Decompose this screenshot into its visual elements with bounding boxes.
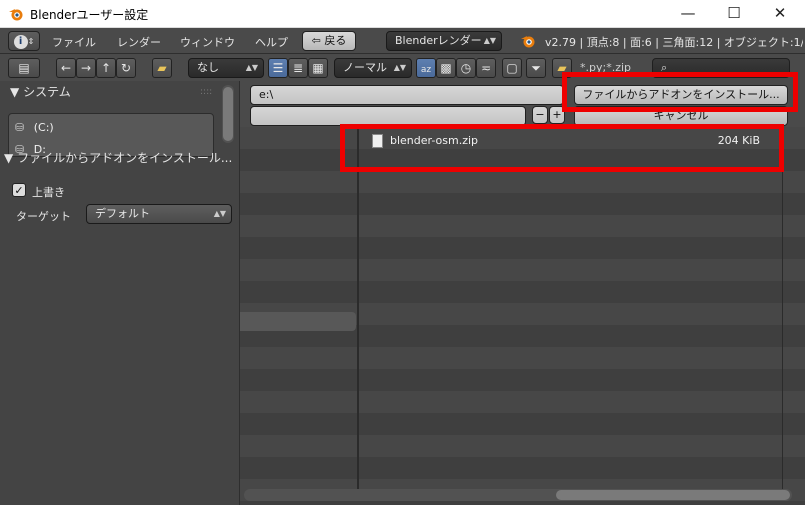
filter-icon: ⏷ (531, 61, 541, 75)
parent-directory-icon: ↑ (100, 61, 112, 75)
system-list-scrollbar[interactable] (222, 85, 234, 143)
sort-size-icon: ≂ (480, 61, 492, 75)
updown-arrows-icon: ▲▼ (245, 63, 258, 72)
operator-panel-title: ファイルからアドオンをインストール... (17, 151, 233, 165)
new-folder-icon: ▰ (157, 61, 167, 75)
collapse-triangle-icon: ▼ (10, 85, 20, 99)
back-arrow-icon: ⇦ (311, 34, 321, 47)
refresh-button[interactable]: ↻ (116, 58, 136, 78)
drive-icon: ⛁ (15, 121, 25, 134)
minus-icon: − (535, 108, 545, 121)
target-select[interactable]: デフォルト ▲▼ (86, 204, 232, 224)
recent-select[interactable]: なし ▲▼ (188, 58, 264, 78)
sort-time-icon: ◷ (460, 61, 472, 75)
display-size-select[interactable]: ノーマル ▲▼ (334, 58, 412, 78)
sort-alpha-button[interactable]: az (416, 58, 436, 78)
maximize-button[interactable]: ☐ (711, 0, 757, 28)
new-folder-button[interactable]: ▰ (152, 58, 172, 78)
sort-size-button[interactable]: ≂ (476, 58, 496, 78)
target-label: ターゲット (16, 210, 71, 223)
column-divider (357, 127, 359, 489)
ghost-icon: ▢ (506, 61, 518, 75)
info-header: i ⇕ ファイル レンダー ウィンドウ ヘルプ ⇦ 戻る Blenderレンダー … (0, 28, 805, 54)
thumbnails-icon: ▦ (312, 61, 324, 75)
refresh-icon: ↻ (120, 61, 132, 75)
minimize-button[interactable]: — (665, 0, 711, 28)
overwrite-label: 上書き (32, 186, 65, 199)
sort-alphabet-icon: az (420, 65, 432, 75)
render-engine-value: Blenderレンダー (395, 34, 482, 47)
scrollbar-thumb[interactable] (223, 87, 233, 141)
arrow-left-icon: ← (60, 61, 72, 75)
updown-arrows-icon: ▲▼ (213, 209, 226, 218)
directory-path-input[interactable]: e:\ (250, 85, 564, 105)
parent-dir-button[interactable]: ↑ (96, 58, 116, 78)
short-list-view-button[interactable]: ☰ (268, 58, 288, 78)
target-select-value: デフォルト (95, 207, 150, 220)
updown-arrows-icon: ▲▼ (483, 36, 496, 45)
file-list[interactable]: blender-osm.zip 204 KiB (240, 127, 805, 505)
file-browser-icon: ▤ (18, 61, 30, 75)
scrollbar-thumb[interactable] (556, 490, 790, 500)
system-panel-title: システム (23, 85, 71, 99)
list-item[interactable]: ⛁ (C:) (15, 121, 54, 134)
scroll-region (240, 312, 356, 331)
filter-toggle-button[interactable]: ⏷ (526, 58, 546, 78)
editor-type-button[interactable]: ▤ (8, 58, 40, 78)
drag-handle-icon: :::: (200, 87, 213, 97)
back-button[interactable]: ⇦ 戻る (302, 31, 356, 51)
checkmark-icon: ✓ (14, 184, 24, 197)
file-list-scrollbar[interactable] (244, 489, 792, 501)
blender-logo-icon (521, 36, 535, 48)
blender-logo-icon (9, 9, 23, 21)
menu-render[interactable]: レンダー (117, 34, 161, 50)
render-engine-select[interactable]: Blenderレンダー ▲▼ (386, 31, 502, 51)
decrement-filename-button[interactable]: − (532, 106, 548, 124)
close-button[interactable]: ✕ (757, 0, 803, 28)
directory-path-value: e:\ (259, 88, 274, 101)
install-button-highlight (562, 72, 798, 112)
menu-help[interactable]: ヘルプ (255, 34, 288, 50)
long-list-view-button[interactable]: ≣ (288, 58, 308, 78)
collapse-triangle-icon: ▼ (4, 151, 14, 165)
sort-ext-button[interactable]: ▩ (436, 58, 456, 78)
menu-file[interactable]: ファイル (52, 34, 96, 50)
long-list-icon: ≣ (292, 61, 304, 75)
editor-type-button[interactable]: i ⇕ (8, 31, 40, 51)
file-row-highlight (340, 124, 784, 172)
forward-arrow-button[interactable]: → (76, 58, 96, 78)
updown-arrows-icon: ▲▼ (393, 63, 406, 72)
updown-arrows-icon: ⇕ (27, 37, 35, 46)
operator-panel-header[interactable]: ▼ ファイルからアドオンをインストール... (0, 148, 240, 168)
plus-icon: + (552, 108, 562, 121)
overwrite-checkbox[interactable]: ✓ (12, 183, 26, 197)
back-label: 戻る (324, 34, 347, 47)
window-title: Blenderユーザー設定 (30, 8, 149, 22)
menu-window[interactable]: ウィンドウ (180, 34, 235, 50)
back-arrow-button[interactable]: ← (56, 58, 76, 78)
left-sidebar: ▼ システム :::: ⛁ (C:) ⛁ D: ▼ ファイルからアドオンをインス… (0, 81, 240, 505)
scene-statistics: v2.79 | 頂点:8 | 面:6 | 三角面:12 | オブジェクト:1/3 (545, 36, 803, 49)
sort-time-button[interactable]: ◷ (456, 58, 476, 78)
window-titlebar: Blenderユーザー設定 — ☐ ✕ (0, 0, 805, 28)
filename-input[interactable] (250, 106, 526, 126)
display-size-value: ノーマル (343, 61, 387, 74)
thumbnail-view-button[interactable]: ▦ (308, 58, 328, 78)
system-panel-header[interactable]: ▼ システム :::: (0, 82, 240, 102)
hide-dot-files-button[interactable]: ▢ (502, 58, 522, 78)
recent-select-value: なし (197, 61, 219, 74)
drive-label: (C:) (33, 121, 54, 134)
column-divider (782, 127, 783, 489)
sort-extension-icon: ▩ (440, 61, 452, 75)
short-list-icon: ☰ (272, 61, 284, 75)
info-icon: i (13, 35, 28, 49)
arrow-right-icon: → (80, 61, 92, 75)
